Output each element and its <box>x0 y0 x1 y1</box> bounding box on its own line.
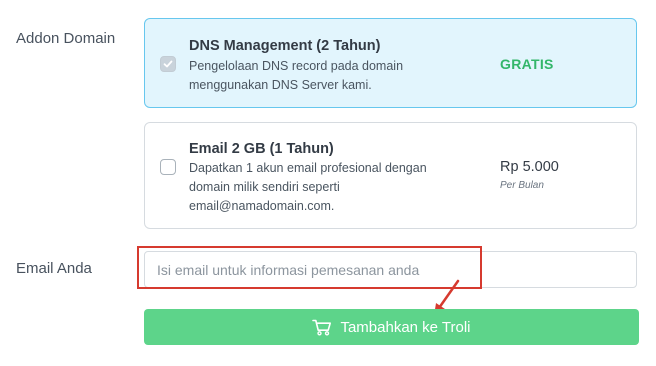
addon-form: Addon Domain DNS Management (2 Tahun) Pe… <box>0 0 656 366</box>
addon-price: GRATIS <box>500 56 554 72</box>
addon-title: Email 2 GB (1 Tahun) <box>189 141 334 157</box>
addon-domain-label: Addon Domain <box>16 30 116 47</box>
email-addon-checkbox[interactable] <box>160 159 176 175</box>
addon-description: Pengelolaan DNS record pada domain mengg… <box>189 59 404 92</box>
dns-management-checkbox[interactable] <box>160 56 176 72</box>
addon-description: Dapatkan 1 akun email profesional dengan… <box>189 161 427 213</box>
add-to-cart-label: Tambahkan ke Troli <box>340 318 471 336</box>
addon-card-email[interactable]: Email 2 GB (1 Tahun) Dapatkan 1 akun ema… <box>144 122 637 229</box>
cart-icon <box>312 319 332 336</box>
email-input[interactable] <box>144 251 637 288</box>
addon-price: Rp 5.000 <box>500 159 559 175</box>
addon-price-period: Per Bulan <box>500 180 544 191</box>
addon-card-dns-management[interactable]: DNS Management (2 Tahun) Pengelolaan DNS… <box>144 18 637 108</box>
check-icon <box>163 60 173 68</box>
email-label: Email Anda <box>16 260 92 277</box>
add-to-cart-button[interactable]: Tambahkan ke Troli <box>144 309 639 345</box>
addon-title: DNS Management (2 Tahun) <box>189 38 381 54</box>
